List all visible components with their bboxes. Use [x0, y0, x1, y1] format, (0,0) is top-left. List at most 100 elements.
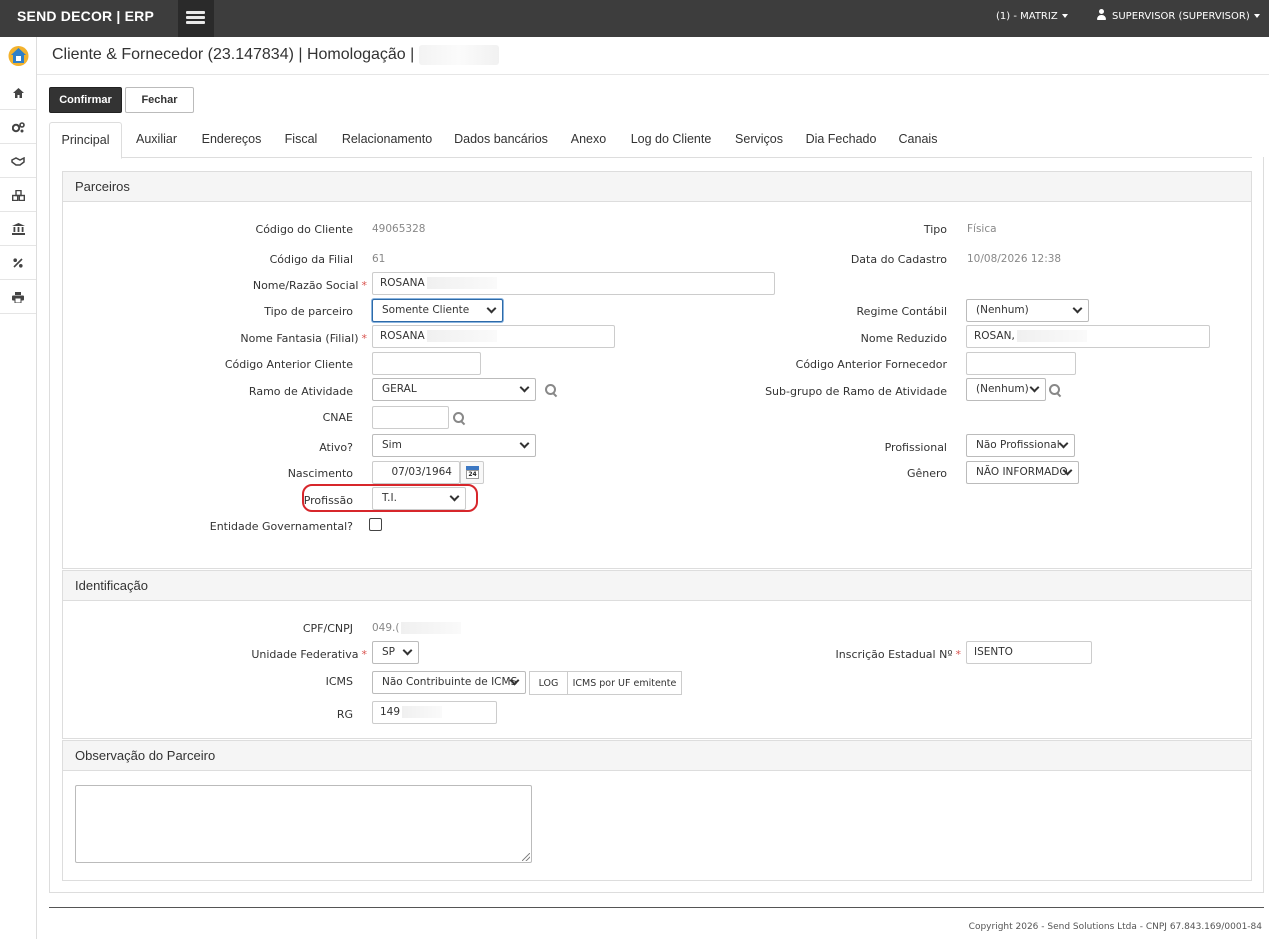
observacao-textarea[interactable]	[75, 785, 532, 863]
chevron-down-icon	[1072, 303, 1083, 314]
nome-input[interactable]: ROSANA	[372, 272, 775, 295]
bank-icon[interactable]	[0, 213, 36, 246]
menu-toggle-button[interactable]	[178, 0, 214, 37]
chevron-down-icon	[486, 303, 497, 314]
rg-label: RG	[336, 708, 353, 721]
tab-dados-bancarios[interactable]: Dados bancários	[451, 122, 551, 158]
cnae-input[interactable]	[372, 406, 449, 429]
print-icon[interactable]	[0, 281, 36, 314]
tab-principal[interactable]: Principal	[49, 122, 122, 159]
tipo-parceiro-label: Tipo de parceiro	[264, 305, 353, 318]
uf-select[interactable]: SP	[372, 641, 419, 664]
tab-enderecos[interactable]: Endereços	[197, 122, 266, 158]
cod-ant-fornecedor-input[interactable]	[966, 352, 1076, 375]
reduzido-label: Nome Reduzido	[860, 332, 947, 345]
icms-uf-button[interactable]: ICMS por UF emitente	[567, 671, 682, 695]
cod-ant-cliente-label: Código Anterior Cliente	[224, 358, 353, 371]
codigo-cliente-value: 49065328	[372, 223, 426, 235]
chevron-down-icon	[519, 382, 530, 393]
panel-observacao-title: Observação do Parceiro	[63, 741, 1251, 771]
nome-label: Nome/Razão Social *	[252, 279, 367, 292]
codigo-filial-label: Código da Filial	[269, 253, 353, 266]
profissional-label: Profissional	[884, 441, 947, 454]
tab-fiscal[interactable]: Fiscal	[279, 122, 323, 158]
governamental-checkbox[interactable]	[369, 518, 382, 531]
ativo-label: Ativo?	[319, 441, 353, 454]
subgrupo-label: Sub-grupo de Ramo de Atividade	[765, 385, 947, 398]
genero-select[interactable]: NÃO INFORMADO	[966, 461, 1079, 484]
cod-ant-fornecedor-label: Código Anterior Fornecedor	[795, 358, 947, 371]
cpf-label: CPF/CNPJ	[302, 622, 353, 635]
page-title: Cliente & Fornecedor (23.147834) | Homol…	[52, 45, 499, 65]
tab-anexo[interactable]: Anexo	[565, 122, 612, 158]
redacted-text	[401, 622, 462, 634]
search-icon[interactable]	[545, 384, 557, 396]
hamburger-icon-line	[186, 16, 205, 19]
redacted-name	[418, 45, 499, 65]
fantasia-input[interactable]: ROSANA	[372, 325, 615, 348]
redacted-text	[402, 706, 443, 718]
user-menu[interactable]: SUPERVISOR (SUPERVISOR)	[1096, 0, 1260, 37]
tab-bar: Principal Auxiliar Endereços Fiscal Rela…	[49, 122, 1252, 159]
governamental-label: Entidade Governamental?	[209, 520, 353, 533]
profissional-select[interactable]: Não Profissional	[966, 434, 1075, 457]
codigo-cliente-label: Código do Cliente	[255, 223, 353, 236]
tab-canais[interactable]: Canais	[894, 122, 942, 158]
redacted-text	[426, 330, 497, 342]
icms-log-button[interactable]: LOG	[529, 671, 568, 695]
branch-label: (1) - MATRIZ	[996, 11, 1058, 22]
search-icon[interactable]	[453, 412, 465, 424]
rg-input[interactable]: 149	[372, 701, 497, 724]
nascimento-input[interactable]: 07/03/1964	[372, 461, 460, 484]
gears-icon[interactable]	[0, 111, 36, 144]
redacted-text	[1016, 330, 1087, 342]
tab-servicos[interactable]: Serviços	[730, 122, 788, 158]
handshake-icon[interactable]	[0, 145, 36, 178]
chevron-down-icon	[402, 645, 413, 656]
icms-label: ICMS	[325, 675, 353, 688]
tab-log-cliente[interactable]: Log do Cliente	[625, 122, 717, 158]
cnae-label: CNAE	[322, 411, 353, 424]
app-logo-icon[interactable]	[7, 44, 30, 67]
regime-label: Regime Contábil	[856, 305, 947, 318]
search-icon[interactable]	[1049, 384, 1061, 396]
home-icon[interactable]	[0, 77, 36, 110]
top-bar: SEND DECOR | ERP (1) - MATRIZ SUPERVISOR…	[0, 0, 1269, 37]
panel-parceiros-title: Parceiros	[63, 172, 1251, 202]
chevron-down-icon	[1058, 438, 1069, 449]
tab-dia-fechado[interactable]: Dia Fechado	[801, 122, 881, 158]
cpf-value: 049.(	[372, 622, 462, 634]
title-divider	[37, 74, 1269, 75]
user-icon	[1096, 9, 1107, 20]
calendar-button[interactable]: 24	[460, 461, 484, 484]
close-button[interactable]: Fechar	[125, 87, 194, 113]
data-cadastro-label: Data do Cadastro	[850, 253, 947, 266]
uf-label: Unidade Federativa *	[251, 648, 367, 661]
ativo-select[interactable]: Sim	[372, 434, 536, 457]
subgrupo-select[interactable]: (Nenhum)	[966, 378, 1046, 401]
reduzido-input[interactable]: ROSAN,	[966, 325, 1210, 348]
caret-down-icon	[1253, 14, 1260, 18]
sidebar	[0, 37, 37, 939]
icms-select[interactable]: Não Contribuinte de ICMS	[372, 671, 526, 694]
ramo-label: Ramo de Atividade	[248, 385, 353, 398]
tipo-label: Tipo	[923, 223, 947, 236]
ramo-select[interactable]: GERAL	[372, 378, 536, 401]
cubes-icon[interactable]	[0, 179, 36, 212]
resize-handle-icon[interactable]	[522, 853, 530, 861]
ie-input[interactable]: ISENTO	[966, 641, 1092, 664]
regime-select[interactable]: (Nenhum)	[966, 299, 1089, 322]
data-cadastro-value: 10/08/2026 12:38	[967, 253, 1062, 265]
chevron-down-icon	[519, 438, 530, 449]
confirm-button[interactable]: Confirmar	[49, 87, 122, 113]
percent-icon[interactable]	[0, 247, 36, 280]
footer-copyright: Copyright 2026 - Send Solutions Ltda - C…	[968, 922, 1262, 932]
redacted-text	[426, 277, 497, 289]
cod-ant-cliente-input[interactable]	[372, 352, 481, 375]
tab-relacionamento[interactable]: Relacionamento	[337, 122, 437, 158]
brand-logo[interactable]: SEND DECOR | ERP	[0, 0, 166, 37]
tab-auxiliar[interactable]: Auxiliar	[129, 122, 184, 158]
branch-selector[interactable]: (1) - MATRIZ	[996, 0, 1068, 37]
tipo-parceiro-select[interactable]: Somente Cliente	[372, 299, 503, 322]
user-label: SUPERVISOR (SUPERVISOR)	[1112, 11, 1250, 22]
